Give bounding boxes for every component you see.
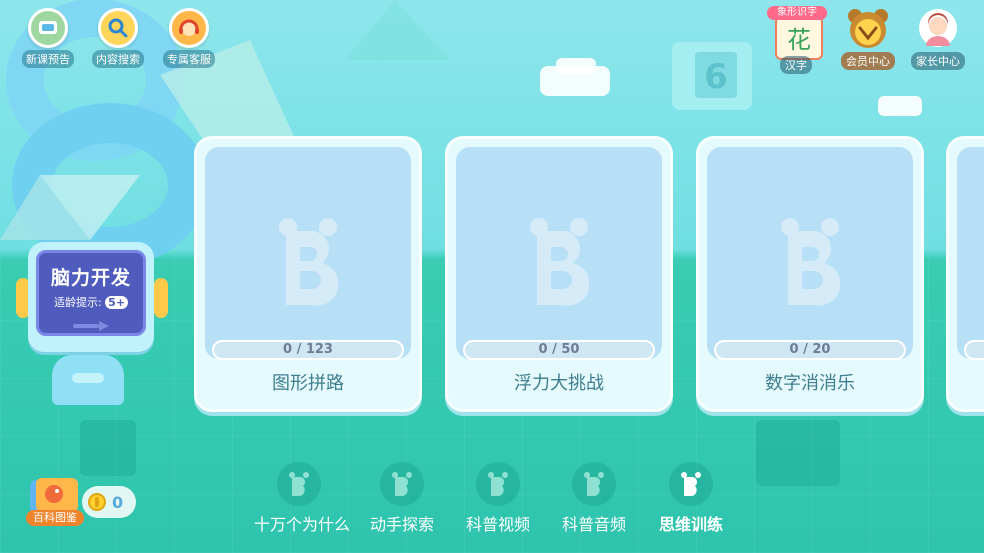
customer-service-button[interactable]: 专属客服 — [157, 8, 221, 68]
category-age: 适龄提示: 5+ — [39, 294, 143, 310]
card-thumbnail: 0 / 20 — [707, 147, 913, 360]
content-search-button[interactable]: 内容搜索 — [86, 8, 150, 68]
hanzi-icon: 花 象形识字 — [767, 6, 827, 60]
nav-label: 十万个为什么 — [254, 515, 351, 534]
new-course-label: 新课预告 — [22, 50, 74, 68]
hanzi-glyph: 花 — [787, 26, 811, 54]
bear-nav-icon — [380, 462, 424, 506]
card-title: 图形拼路 — [272, 373, 344, 394]
category-right-ear — [154, 278, 168, 318]
parent-center-button[interactable]: 家长中心 — [908, 6, 968, 70]
card-progress: 0 / 20 — [714, 340, 906, 360]
placeholder-bear-icon — [530, 218, 589, 306]
bear-nav-icon — [669, 462, 713, 506]
card-progress: 0 / 123 — [212, 340, 404, 360]
bear-nav-icon — [476, 462, 520, 506]
nav-label: 科普音频 — [561, 515, 626, 534]
encyclopedia-label: 百科图鉴 — [26, 510, 84, 526]
nav-item-hands-on[interactable]: 动手探索 — [357, 462, 447, 535]
svg-text:6: 6 — [704, 57, 728, 97]
nav-item-science-audio[interactable]: 科普音频 — [549, 462, 639, 535]
category-screen: 脑力开发 适龄提示: 5+ — [36, 250, 146, 336]
game-card[interactable]: 0 / 123 图形拼路 — [194, 136, 422, 412]
nav-label: 科普视频 — [465, 515, 530, 534]
encyclopedia-button[interactable]: 百科图鉴 — [26, 476, 84, 528]
game-card[interactable]: 0 / 50 浮力大挑战 — [445, 136, 673, 412]
nav-label: 动手探索 — [369, 515, 434, 534]
coin-value: 0 — [112, 492, 124, 512]
parent-icon — [916, 6, 960, 50]
category-stand — [52, 355, 124, 405]
card-progress — [964, 340, 984, 360]
hanzi-label: 汉字 — [780, 56, 812, 74]
bear-nav-icon — [277, 462, 321, 506]
nav-item-science-video[interactable]: 科普视频 — [453, 462, 543, 535]
card-clip — [946, 136, 984, 416]
hanzi-tag: 象形识字 — [767, 6, 827, 20]
placeholder-bear-icon — [781, 218, 840, 306]
vip-icon — [845, 6, 891, 50]
age-label: 适龄提示: — [53, 296, 102, 309]
category-badge[interactable]: 脑力开发 适龄提示: 5+ — [28, 242, 154, 352]
category-title: 脑力开发 — [50, 267, 131, 289]
card-title: 数字消消乐 — [765, 373, 855, 394]
hanzi-button[interactable]: 花 象形识字 汉字 — [766, 6, 827, 74]
game-card[interactable]: 0 / 20 数字消消乐 — [696, 136, 924, 412]
card-progress: 0 / 50 — [463, 340, 655, 360]
age-value: 5+ — [105, 296, 129, 309]
vip-center-label: 会员中心 — [841, 52, 895, 70]
card-thumbnail: 0 / 50 — [456, 147, 662, 360]
nav-item-why[interactable]: 十万个为什么 — [254, 462, 351, 535]
coin-counter[interactable]: 0 — [82, 486, 136, 518]
nav-item-thinking-training[interactable]: 思维训练 — [646, 462, 736, 535]
vip-center-button[interactable]: 会员中心 — [838, 6, 898, 70]
bear-nav-icon — [572, 462, 616, 506]
customer-service-icon — [169, 8, 209, 48]
coin-icon — [88, 493, 106, 511]
new-course-icon — [28, 8, 68, 48]
new-course-button[interactable]: 新课预告 — [16, 8, 80, 68]
parent-center-label: 家长中心 — [911, 52, 965, 70]
customer-service-label: 专属客服 — [163, 50, 215, 68]
game-card[interactable] — [946, 136, 984, 412]
search-icon — [98, 8, 138, 48]
nav-label: 思维训练 — [658, 515, 723, 534]
content-search-label: 内容搜索 — [92, 50, 144, 68]
placeholder-bear-icon — [279, 218, 338, 306]
arrow-icon — [39, 316, 143, 335]
card-thumbnail: 0 / 123 — [205, 147, 411, 360]
card-title: 浮力大挑战 — [514, 373, 604, 394]
card-thumbnail — [957, 147, 984, 360]
